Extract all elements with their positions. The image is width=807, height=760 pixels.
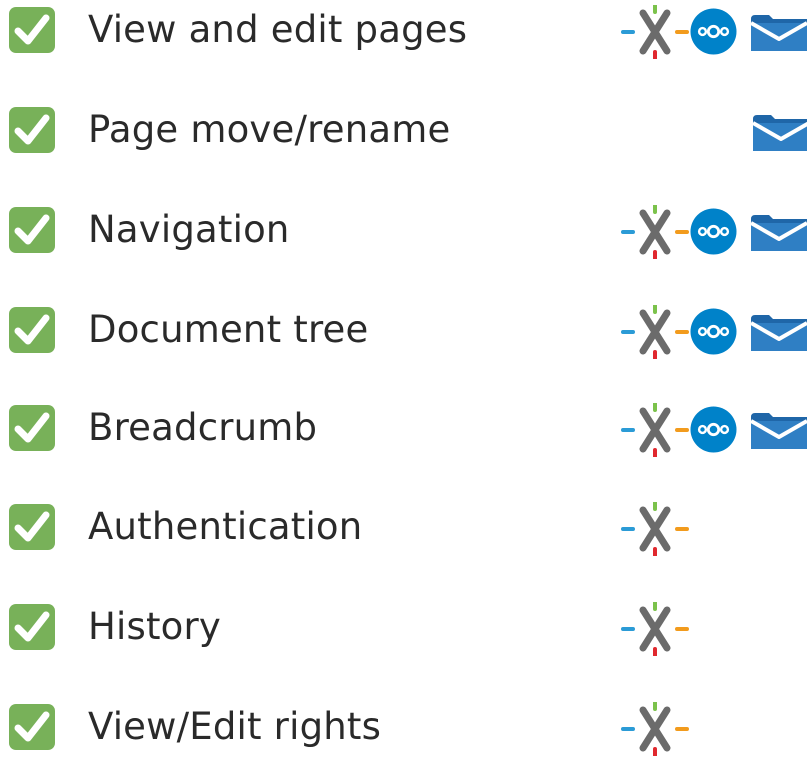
feature-row: Authentication: [0, 497, 807, 558]
check-mark-button-icon: [9, 307, 55, 353]
nextcloud-logo-icon: [690, 8, 737, 55]
feature-row: View/Edit rights: [0, 697, 807, 758]
nextcloud-logo-icon: [690, 406, 737, 453]
xwiki-logo-icon: [621, 700, 689, 758]
check-mark-button-icon: [9, 405, 55, 451]
xwiki-logo-icon: [621, 303, 689, 361]
folder-icon: [750, 315, 807, 351]
folder-icon: [750, 413, 807, 449]
feature-row: History: [0, 597, 807, 658]
check-mark-button-icon: [9, 604, 55, 650]
feature-label: Breadcrumb: [88, 406, 318, 449]
check-mark-button-icon: [9, 704, 55, 750]
check-mark-button-icon: [9, 107, 55, 153]
feature-label: Document tree: [88, 308, 369, 351]
feature-label: Navigation: [88, 208, 290, 251]
feature-row: Document tree: [0, 300, 807, 361]
xwiki-logo-icon: [621, 500, 689, 558]
feature-label: Page move/rename: [88, 108, 451, 151]
feature-row: Page move/rename: [0, 100, 807, 160]
check-mark-button-icon: [9, 504, 55, 550]
feature-row: View and edit pages: [0, 0, 807, 61]
feature-row: Navigation: [0, 200, 807, 261]
xwiki-logo-icon: [621, 3, 689, 61]
feature-label: View/Edit rights: [88, 705, 382, 748]
xwiki-logo-icon: [621, 203, 689, 261]
feature-row: Breadcrumb: [0, 398, 807, 459]
nextcloud-logo-icon: [690, 308, 737, 355]
folder-icon: [750, 215, 807, 251]
feature-label: Authentication: [88, 505, 363, 548]
folder-icon: [750, 15, 807, 51]
check-mark-button-icon: [9, 7, 55, 53]
feature-label: View and edit pages: [88, 8, 468, 51]
xwiki-logo-icon: [621, 600, 689, 658]
folder-icon: [752, 115, 807, 151]
xwiki-logo-icon: [621, 401, 689, 459]
feature-label: History: [88, 605, 222, 648]
check-mark-button-icon: [9, 207, 55, 253]
nextcloud-logo-icon: [690, 208, 737, 255]
